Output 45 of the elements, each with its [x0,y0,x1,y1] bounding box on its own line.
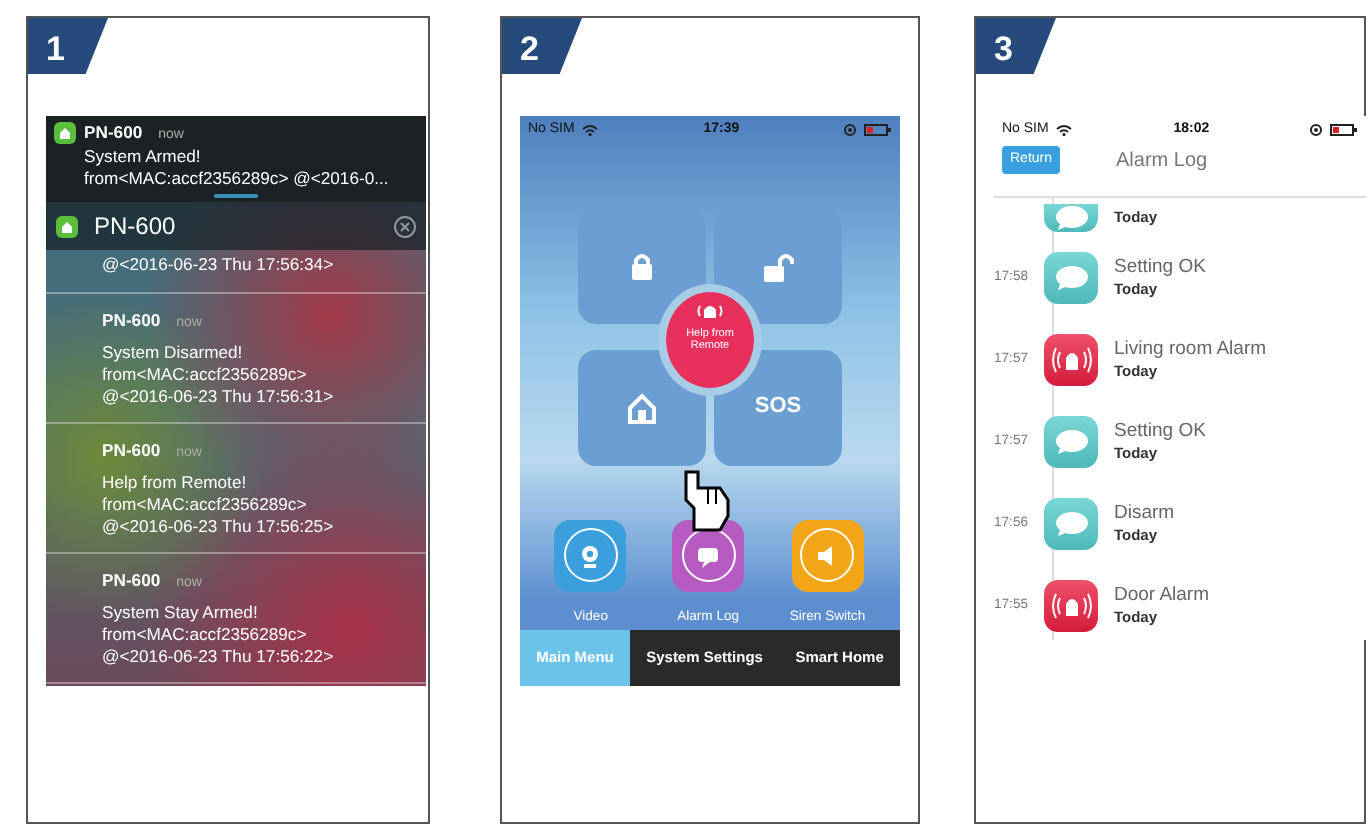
app-name: PN-600 [102,310,161,332]
bell-icon [1051,346,1091,374]
entry-title: Door Alarm [1114,583,1210,606]
notification-body: from<MAC:accf2356289c> @<2016-0... [84,168,389,190]
unlock-tile[interactable] [714,207,842,323]
notification-title: Help from Remote! [102,472,249,494]
notification-title: System Armed! [84,146,203,168]
speech-bubble-icon [1053,264,1089,292]
app-name: PN-600 [102,570,161,592]
notification-body: @<2016-06-23 Thu 17:56:34> [100,252,336,278]
house-icon [626,391,658,423]
entry-title: Disarm [1114,501,1175,524]
notification-title: System Disarmed! [102,342,245,364]
step-number: 1 [28,18,108,74]
app-button[interactable] [672,519,745,591]
notification-body: from<MAC:accf2356289c> [102,494,309,516]
speech-bubble-icon [1053,203,1089,231]
battery-icon [1330,124,1358,137]
notification-body: @<2016-06-23 Thu 17:56:31> [102,386,336,408]
app-name: PN-600 [84,122,143,144]
wifi-icon [1056,124,1073,137]
speech-bubble-icon [1053,510,1089,538]
notification-body: @<2016-06-23 Thu 17:56:22> [102,646,336,668]
screen-title: Alarm Log [1116,147,1208,175]
entry-title: Setting OK [1114,419,1206,442]
bell-icon [1051,592,1091,620]
battery-icon [864,124,892,137]
step-number: 3 [976,18,1056,74]
notification-body: @<2016-06-23 Thu 17:56:25> [102,516,336,538]
close-icon[interactable] [394,215,416,237]
speech-bubble-icon [1053,428,1089,456]
notification-body: from<MAC:accf2356289c> [102,624,309,646]
notification-title: System Stay Armed! [102,602,260,624]
entry-title: Setting OK [1114,255,1206,278]
lock-icon [626,249,658,281]
wifi-icon [582,124,599,137]
app-name: PN-600 [102,440,161,462]
step-number: 2 [502,18,582,74]
drag-handle[interactable] [214,194,258,198]
app-name: PN-600 [94,210,178,244]
lock-tile[interactable] [578,207,706,323]
notification-body: from<MAC:accf2356289c> [102,364,309,386]
siren-icon [696,300,724,320]
unlock-icon [762,249,794,281]
entry-title: Living room Alarm [1114,337,1267,360]
